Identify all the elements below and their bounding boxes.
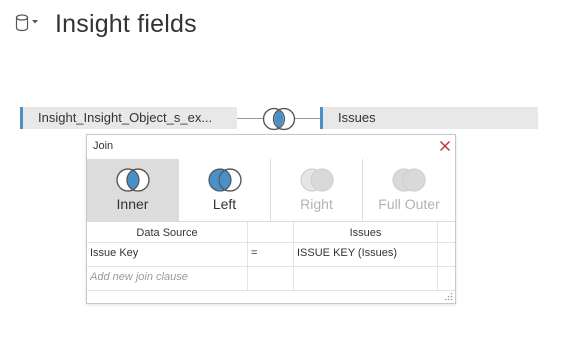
join-type-right[interactable]: Right <box>271 159 363 221</box>
join-type-selector: Inner Left Right Full Outer <box>87 159 455 221</box>
join-left-field[interactable]: Issue Key <box>87 242 248 266</box>
join-dialog-title: Join <box>93 140 114 152</box>
join-type-label: Right <box>300 196 333 212</box>
left-join-icon <box>208 168 242 192</box>
column-header-operator <box>248 222 294 242</box>
left-table-name: Insight_Insight_Object_s_ex... <box>38 110 213 125</box>
right-table-pill[interactable]: Issues <box>320 107 538 129</box>
database-icon[interactable] <box>15 14 29 32</box>
add-join-clause-placeholder: Add new join clause <box>90 271 188 283</box>
join-type-label: Left <box>212 196 237 212</box>
row-spacer <box>438 242 455 266</box>
table-row[interactable]: Issue Key = ISSUE KEY (Issues) <box>87 242 455 267</box>
empty-cell <box>294 266 438 290</box>
left-table-pill[interactable]: Insight_Insight_Object_s_ex... <box>20 107 237 129</box>
join-clause-table: Data Source Issues Issue Key = ISSUE KEY… <box>87 221 455 304</box>
join-right-field-value: ISSUE KEY (Issues) <box>297 247 398 259</box>
right-table-name: Issues <box>338 110 376 125</box>
column-header-data-source: Data Source <box>87 222 248 242</box>
join-dialog: Join Inner Left Right Full Outer Data So… <box>86 134 456 304</box>
join-type-label: Inner <box>116 196 149 212</box>
join-right-field[interactable]: ISSUE KEY (Issues) <box>294 242 438 266</box>
join-operator-value: = <box>251 247 258 259</box>
row-spacer <box>438 266 455 290</box>
inner-join-icon <box>116 168 150 192</box>
join-left-field-value: Issue Key <box>90 247 139 259</box>
close-icon[interactable] <box>439 139 451 153</box>
add-join-clause-row[interactable]: Add new join clause <box>87 266 455 291</box>
join-type-inner[interactable]: Inner <box>87 159 179 221</box>
empty-cell <box>248 266 294 290</box>
right-join-icon <box>300 168 334 192</box>
join-type-left[interactable]: Left <box>179 159 271 221</box>
resize-grip-icon[interactable] <box>444 292 453 301</box>
caret-down-icon[interactable] <box>31 19 39 25</box>
column-header-spacer <box>438 222 455 242</box>
add-join-clause-cell[interactable]: Add new join clause <box>87 266 248 290</box>
column-header-issues: Issues <box>294 222 438 242</box>
column-header-label: Issues <box>349 227 382 239</box>
full-outer-join-icon <box>392 168 426 192</box>
column-header-label: Data Source <box>136 227 198 239</box>
page-title: Insight fields <box>55 10 197 38</box>
join-type-full-outer[interactable]: Full Outer <box>363 159 455 221</box>
join-operator[interactable]: = <box>248 242 294 266</box>
left-join-icon[interactable] <box>259 106 299 132</box>
join-type-label: Full Outer <box>378 196 440 212</box>
join-dialog-header: Join <box>87 135 455 160</box>
table-header-row: Data Source Issues <box>87 222 455 243</box>
